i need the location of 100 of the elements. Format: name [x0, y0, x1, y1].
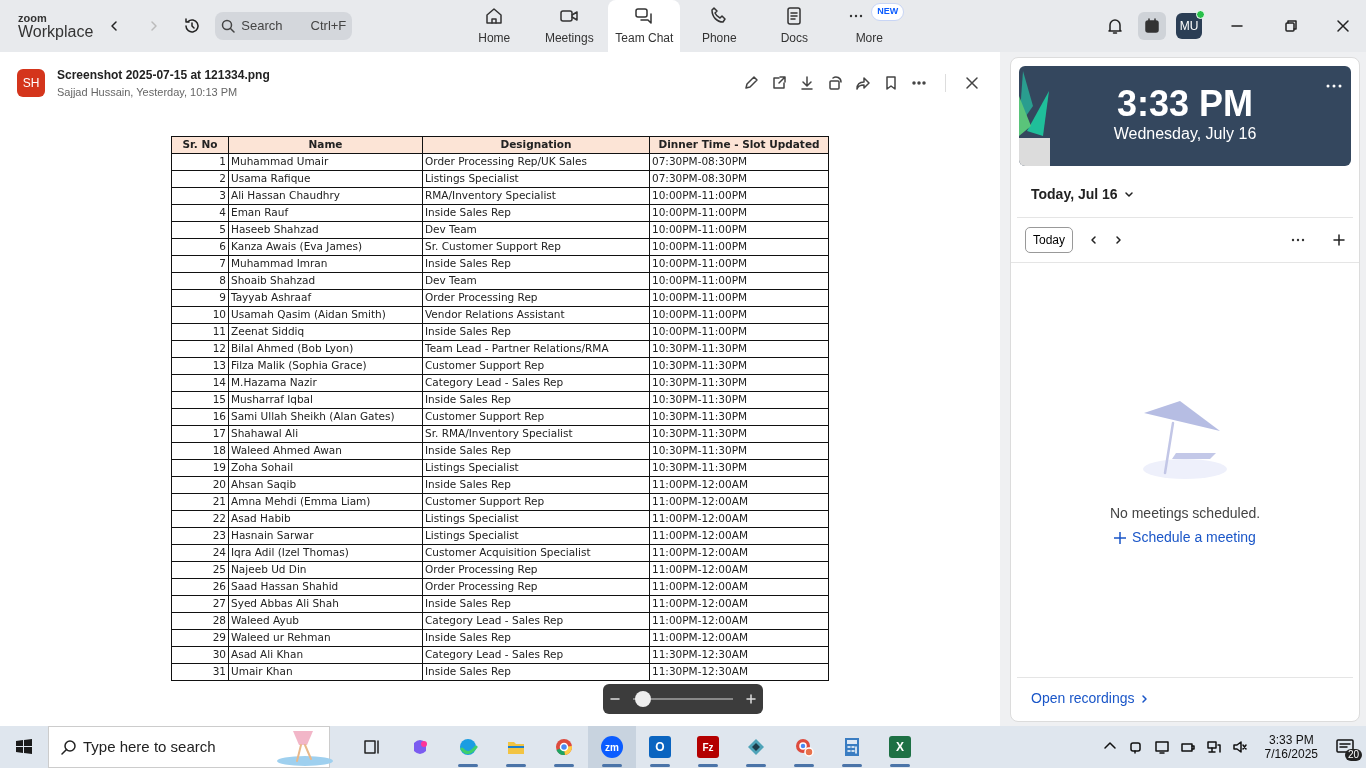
open-external-icon[interactable] — [771, 75, 787, 92]
calendar-icon[interactable] — [1144, 18, 1160, 34]
file-name: Screenshot 2025-07-15 at 121334.png — [57, 67, 270, 84]
more-icon — [849, 13, 864, 18]
table-cell: Inside Sales Rep — [422, 442, 650, 459]
add-icon[interactable] — [1333, 234, 1345, 246]
nav-tab[interactable]: NEW More — [833, 0, 906, 52]
day-label[interactable]: Today, Jul 16 — [1031, 184, 1118, 205]
chevron-down-icon[interactable] — [1123, 189, 1134, 200]
taskbar-button[interactable]: zm — [588, 726, 636, 768]
table-cell: Listings Specialist — [422, 527, 650, 544]
bookmark-icon[interactable] — [883, 75, 899, 92]
table-cell: 11:00PM-12:00AM — [649, 612, 829, 629]
search-field[interactable]: Search Ctrl+F — [215, 12, 353, 40]
running-indicator — [602, 764, 622, 767]
table-cell: 13 — [171, 357, 229, 374]
table-cell: Category Lead - Sales Rep — [422, 374, 650, 391]
monitor-icon[interactable] — [1154, 740, 1169, 754]
column-header: Dinner Time - Slot Updated — [649, 136, 829, 153]
windows-start-icon[interactable] — [15, 738, 33, 756]
table-cell: 2 — [171, 170, 229, 187]
next-icon[interactable] — [1113, 235, 1124, 245]
edit-icon[interactable] — [743, 75, 759, 92]
download-icon[interactable] — [799, 75, 815, 92]
table-cell: 8 — [171, 272, 229, 289]
speaker-muted-icon[interactable] — [1232, 740, 1247, 754]
table-cell: 17 — [171, 425, 229, 442]
table-cell: 20 — [171, 476, 229, 493]
battery-icon[interactable] — [1180, 740, 1195, 754]
table-cell: 10:30PM-11:30PM — [649, 374, 829, 391]
table-cell: Customer Support Rep — [422, 493, 650, 510]
running-indicator — [506, 764, 526, 767]
table-cell: 18 — [171, 442, 229, 459]
schedule-link[interactable]: Schedule a meeting — [1114, 527, 1256, 548]
taskbar-time[interactable]: 3:33 PM — [1268, 732, 1314, 747]
nav-tab[interactable]: Team Chat — [608, 0, 681, 52]
file-meta: Sajjad Hussain, Yesterday, 10:13 PM — [57, 85, 239, 100]
running-indicator — [458, 764, 478, 767]
slider-thumb[interactable] — [635, 690, 651, 707]
table-cell: Ahsan Saqib — [228, 476, 423, 493]
chat-bubbles-icon — [634, 5, 655, 26]
taskbar-button[interactable]: X — [876, 726, 924, 768]
running-indicator — [698, 764, 718, 767]
nav-tab[interactable]: Home — [458, 0, 531, 52]
table-cell: Waleed ur Rehman — [228, 629, 423, 646]
placeholder-text: Type here to search — [83, 736, 216, 757]
nav-tab[interactable]: Meetings — [533, 0, 606, 52]
home-icon — [484, 5, 505, 26]
table-cell: Usamah Qasim (Aidan Smith) — [228, 306, 423, 323]
diamond-app-icon — [746, 737, 766, 757]
zoom-in-icon[interactable] — [745, 692, 757, 705]
taskbar-search-field[interactable]: Type here to search — [48, 726, 330, 768]
recordings-link[interactable]: Open recordings — [1031, 688, 1149, 709]
table-cell: Shoaib Shahzad — [228, 272, 423, 289]
browser-icon — [794, 737, 814, 757]
table-cell: 07:30PM-08:30PM — [649, 153, 829, 170]
zoom-app-icon: zm — [601, 736, 623, 758]
more-icon[interactable] — [1326, 84, 1342, 88]
table-cell: 10:00PM-11:00PM — [649, 306, 829, 323]
clock-time: 3:33 PM — [1116, 86, 1254, 122]
taskbar-button[interactable]: O — [636, 726, 684, 768]
nav-tab[interactable]: Docs — [758, 0, 831, 52]
table-cell: Listings Specialist — [422, 510, 650, 527]
notification-bell-icon[interactable] — [1106, 17, 1124, 35]
close-icon[interactable] — [1336, 19, 1350, 33]
taskbar-button[interactable]: Fz — [684, 726, 732, 768]
table-cell: Inside Sales Rep — [422, 323, 650, 340]
more-icon[interactable] — [1291, 238, 1305, 242]
running-indicator — [890, 764, 910, 767]
table-cell: Iqra Adil (Izel Thomas) — [228, 544, 423, 561]
table-cell: Inside Sales Rep — [422, 663, 650, 680]
table-cell: Listings Specialist — [422, 170, 650, 187]
table-cell: 10:00PM-11:00PM — [649, 255, 829, 272]
camera-icon[interactable] — [1128, 740, 1143, 754]
table-cell: 26 — [171, 578, 229, 595]
history-icon[interactable] — [183, 17, 202, 35]
share-icon[interactable] — [855, 75, 871, 92]
today-button[interactable]: Today — [1025, 227, 1074, 253]
taskbar-date[interactable]: 7/16/2025 — [1264, 747, 1318, 762]
table-cell: Inside Sales Rep — [422, 255, 650, 272]
table-cell: Customer Support Rep — [422, 357, 650, 374]
close-icon[interactable] — [964, 75, 980, 92]
restore-icon[interactable] — [1284, 19, 1298, 33]
table-cell: 6 — [171, 238, 229, 255]
placeholder-text: Search — [241, 17, 284, 36]
nav-tab[interactable]: Phone — [683, 0, 756, 52]
table-cell: Dev Team — [422, 272, 650, 289]
running-indicator — [746, 764, 766, 767]
running-indicator — [794, 764, 814, 767]
table-cell: Usama Rafique — [228, 170, 423, 187]
avatar[interactable]: MU — [1176, 13, 1202, 39]
table-cell: 10:00PM-11:00PM — [649, 187, 829, 204]
network-icon[interactable] — [1206, 740, 1221, 754]
image-action-icon[interactable] — [827, 75, 843, 92]
table-cell: 11:00PM-12:00AM — [649, 493, 829, 510]
table-cell: 5 — [171, 221, 229, 238]
table-cell: 14 — [171, 374, 229, 391]
browser-icon — [554, 737, 574, 757]
table-cell: 11:00PM-12:00AM — [649, 476, 829, 493]
table-cell: Inside Sales Rep — [422, 391, 650, 408]
